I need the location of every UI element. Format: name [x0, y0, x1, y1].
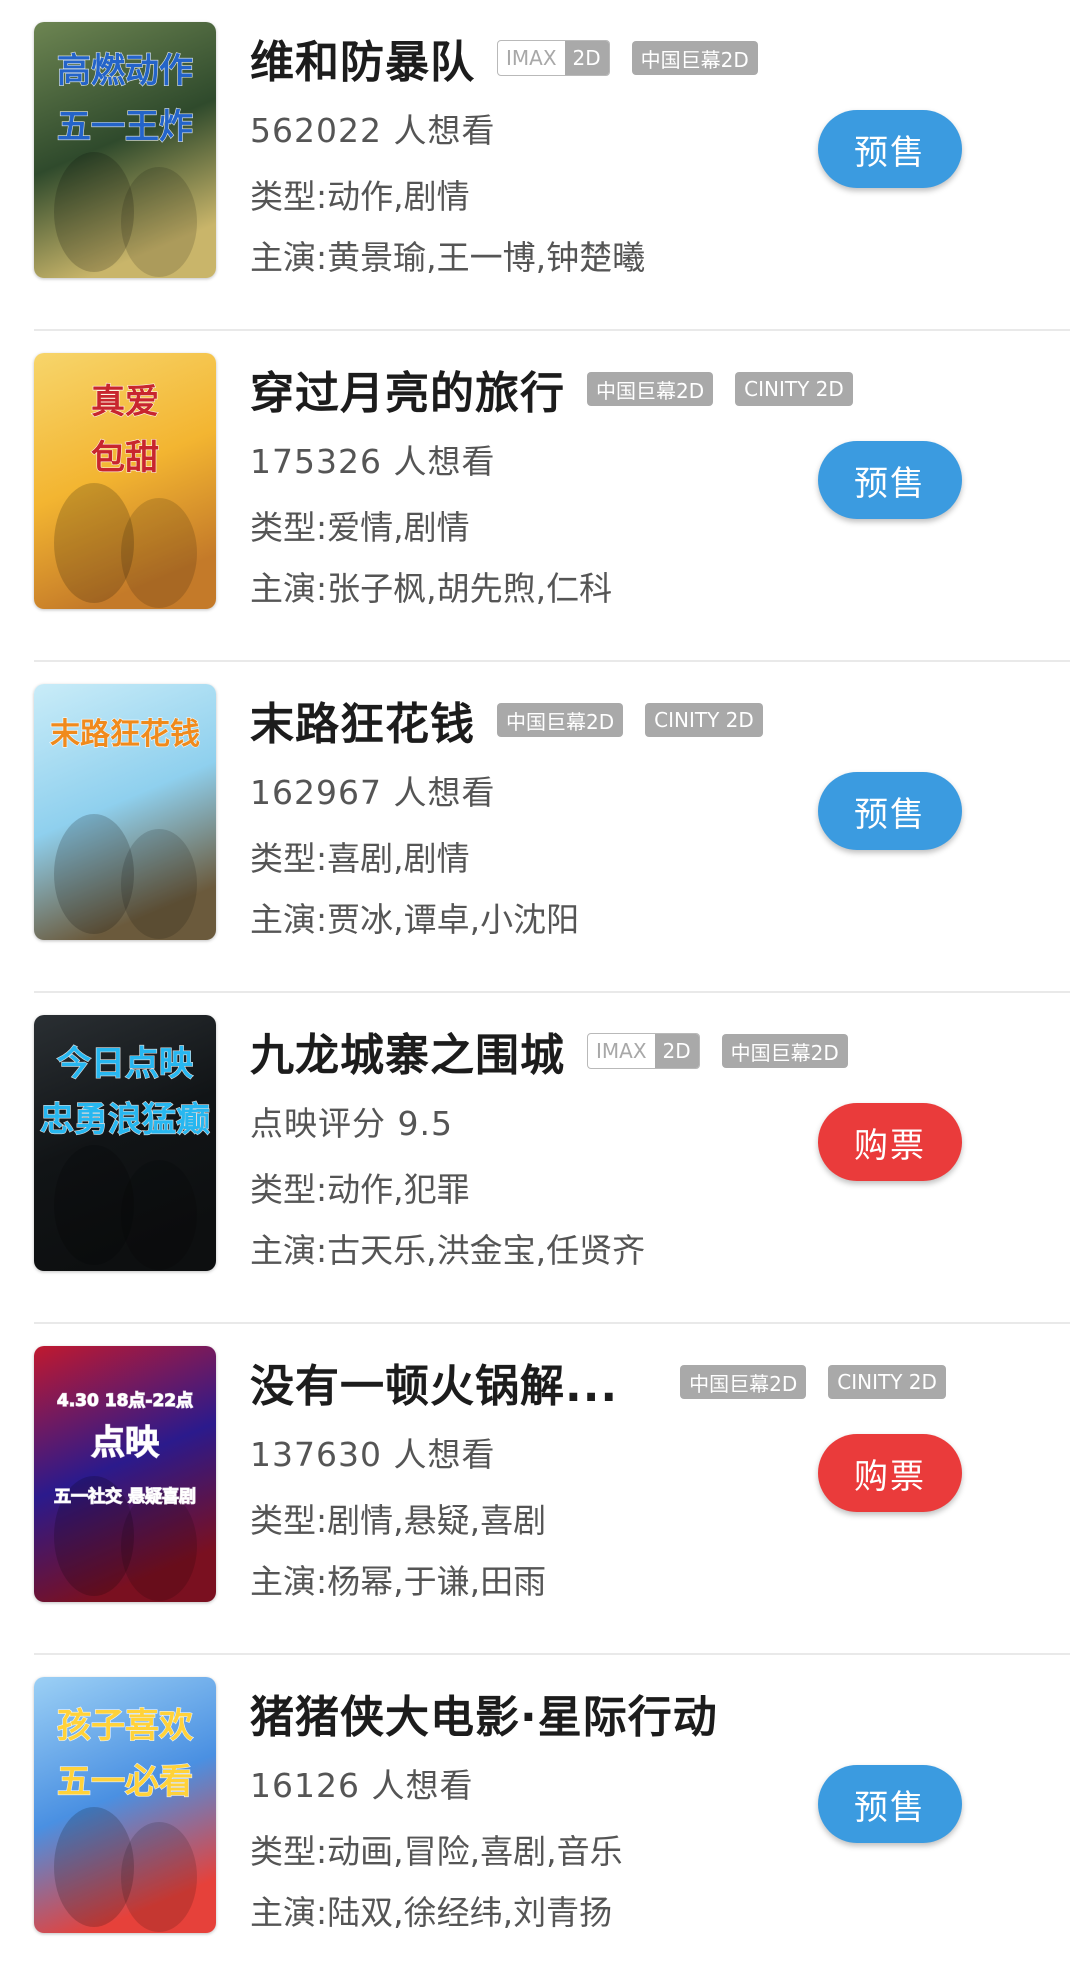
cast-text: 主演:贾冰,谭卓,小沈阳: [250, 900, 580, 939]
want-to-see-count: 175326 人想看: [250, 442, 496, 481]
poster-art: 今日点映忠勇浪猛癫: [34, 1015, 216, 1271]
title-line: 猪猪侠大电影·星际行动: [250, 1687, 740, 1743]
title-line: 末路狂花钱 中国巨幕2D CINITY 2D: [250, 694, 785, 750]
title-line: 维和防暴队 IMAX 2D 中国巨幕2D: [250, 32, 780, 88]
genre-text: 类型:动作,剧情: [250, 177, 470, 216]
movie-title[interactable]: 九龙城寨之围城: [250, 1019, 565, 1083]
tag-imax-label: IMAX: [506, 46, 557, 70]
movie-poster[interactable]: 今日点映 忠勇浪猛癫: [34, 1015, 216, 1271]
poster-text: 今日点映: [57, 1044, 193, 1084]
movie-title[interactable]: 穿过月亮的旅行: [250, 357, 565, 421]
buy-ticket-button[interactable]: 购票: [818, 1434, 962, 1512]
cast-text: 主演:古天乐,洪金宝,任贤齐: [250, 1231, 646, 1270]
movie-title[interactable]: 猪猪侠大电影·星际行动: [250, 1681, 718, 1745]
movie-poster[interactable]: 孩子喜欢 五一必看: [34, 1677, 216, 1933]
movie-poster[interactable]: 4.30 18点-22点点映五一社交 悬疑喜剧: [34, 1346, 216, 1602]
movie-item[interactable]: 末路狂花钱 末路狂花钱 中国巨幕2D CINITY 2D 162967 人想看 类型:喜剧…: [0, 662, 1080, 993]
cast-text: 主演:张子枫,胡先煦,仁科: [250, 569, 613, 608]
movie-item[interactable]: 今日点映忠勇浪猛癫 九龙城寨之围城 IMAX 2D 中国巨幕2D 点映评分 9.5 类型:动…: [0, 993, 1080, 1324]
want-to-see-count: 137630 人想看: [250, 1435, 496, 1474]
format-tags: IMAX 2D 中国巨幕2D: [587, 1033, 870, 1069]
want-to-see-count: 162967 人想看: [250, 773, 496, 812]
poster-text: 高燃动作: [57, 51, 193, 91]
format-tag: 中国巨幕2D: [497, 703, 624, 737]
poster-text: 五一王炸: [57, 107, 193, 147]
movie-item[interactable]: 真爱 包甜 穿过月亮的旅行 中国巨幕2D CINITY 2D 175326 人想看 类型:爱…: [0, 331, 1080, 662]
poster-text: 包甜: [91, 438, 159, 478]
title-line: 九龙城寨之围城 IMAX 2D 中国巨幕2D: [250, 1025, 870, 1081]
poster-art: 末路狂花钱: [34, 684, 216, 940]
format-tag: 中国巨幕2D: [587, 372, 714, 406]
poster-text: 4.30 18点-22点: [57, 1390, 193, 1411]
genre-text: 类型:爱情,剧情: [250, 508, 470, 547]
format-tag: 中国巨幕2D: [631, 41, 758, 75]
poster-text: 忠勇浪猛癫: [40, 1100, 210, 1140]
movie-title[interactable]: 维和防暴队: [250, 26, 475, 90]
poster-text: 点映: [91, 1423, 159, 1463]
presale-button[interactable]: 预售: [818, 110, 962, 188]
poster-text: 五一必看: [57, 1762, 193, 1802]
tag-2d-label: 2D: [654, 1034, 699, 1068]
movie-item[interactable]: 孩子喜欢 五一必看 猪猪侠大电影·星际行动 16126 人想看 类型:动画,冒险,喜剧,…: [0, 1655, 1080, 1986]
poster-text: 末路狂花钱: [50, 717, 200, 752]
cast-text: 主演:黄景瑜,王一博,钟楚曦: [250, 238, 646, 277]
poster-art: 真爱包甜: [34, 353, 216, 609]
poster-text: 五一社交 悬疑喜剧: [54, 1486, 196, 1507]
poster-art: 高燃动作五一王炸: [34, 22, 216, 278]
movie-item[interactable]: 高燃动作 五一王炸 维和防暴队 IMAX 2D 中国巨幕2D 562022 人想看 类型:动作…: [0, 0, 1080, 331]
movie-item[interactable]: 4.30 18点-22点 点映 五一社交 悬疑喜剧 没有一顿火锅解... 中国巨幕2D C…: [0, 1324, 1080, 1655]
poster-text: 孩子喜欢: [57, 1706, 193, 1746]
presale-button[interactable]: 预售: [818, 772, 962, 850]
want-to-see-count: 点映评分 9.5: [250, 1104, 453, 1143]
tag-2d-label: 2D: [564, 41, 609, 75]
cast-text: 主演:杨幂,于谦,田雨: [250, 1562, 547, 1601]
format-tag: 中国巨幕2D: [680, 1365, 807, 1399]
poster-art: 孩子喜欢五一必看: [34, 1677, 216, 1933]
poster-text: 真爱: [91, 382, 159, 422]
format-tags: 中国巨幕2D CINITY 2D: [497, 703, 785, 737]
format-tags: IMAX 2D 中国巨幕2D: [497, 40, 780, 76]
title-line: 穿过月亮的旅行 中国巨幕2D CINITY 2D: [250, 363, 875, 419]
format-tags: 中国巨幕2D CINITY 2D: [587, 372, 875, 406]
format-tag: CINITY 2D: [735, 372, 853, 406]
format-tags: 中国巨幕2D CINITY 2D: [680, 1365, 968, 1399]
tag-imax-label: IMAX: [596, 1039, 647, 1063]
genre-text: 类型:剧情,悬疑,喜剧: [250, 1501, 547, 1540]
imax-2d-tag: IMAX 2D: [497, 40, 610, 76]
movie-poster[interactable]: 真爱 包甜: [34, 353, 216, 609]
presale-button[interactable]: 预售: [818, 1765, 962, 1843]
format-tag: CINITY 2D: [828, 1365, 946, 1399]
movie-poster[interactable]: 高燃动作 五一王炸: [34, 22, 216, 278]
buy-ticket-button[interactable]: 购票: [818, 1103, 962, 1181]
format-tag: CINITY 2D: [645, 703, 763, 737]
cast-text: 主演:陆双,徐经纬,刘青扬: [250, 1893, 613, 1932]
genre-text: 类型:动画,冒险,喜剧,音乐: [250, 1832, 623, 1871]
format-tag: 中国巨幕2D: [721, 1034, 848, 1068]
movie-poster[interactable]: 末路狂花钱: [34, 684, 216, 940]
genre-text: 类型:动作,犯罪: [250, 1170, 470, 1209]
movie-title[interactable]: 没有一顿火锅解...: [250, 1350, 618, 1414]
imax-2d-tag: IMAX 2D: [587, 1033, 700, 1069]
movie-list: 高燃动作 五一王炸 维和防暴队 IMAX 2D 中国巨幕2D 562022 人想看 类型:动作…: [0, 0, 1080, 1977]
want-to-see-count: 562022 人想看: [250, 111, 496, 150]
movie-title[interactable]: 末路狂花钱: [250, 688, 475, 752]
want-to-see-count: 16126 人想看: [250, 1766, 474, 1805]
presale-button[interactable]: 预售: [818, 441, 962, 519]
genre-text: 类型:喜剧,剧情: [250, 839, 470, 878]
title-line: 没有一顿火锅解... 中国巨幕2D CINITY 2D: [250, 1356, 968, 1412]
poster-art: 4.30 18点-22点点映五一社交 悬疑喜剧: [34, 1346, 216, 1602]
